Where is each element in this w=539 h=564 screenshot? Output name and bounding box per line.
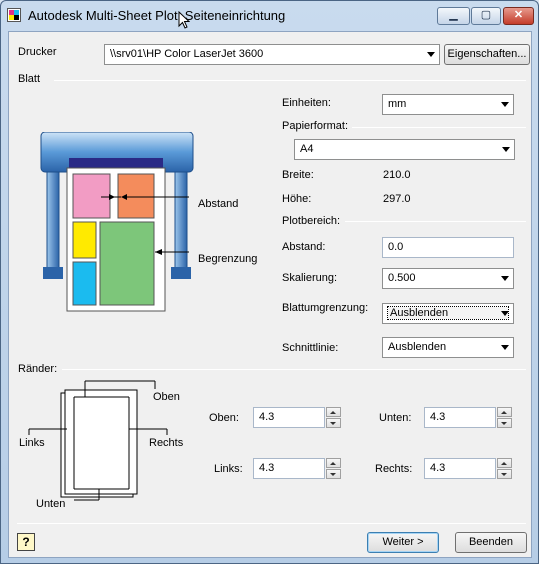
scaling-value: 0.500 <box>388 272 416 284</box>
close-icon: ✕ <box>513 9 524 21</box>
chevron-down-icon <box>501 102 509 107</box>
diagram-distance-label: Abstand <box>198 198 239 210</box>
chevron-down-icon <box>502 147 510 152</box>
margin-bottom-label: Unten: <box>379 412 412 424</box>
help-button[interactable]: ? <box>17 533 35 551</box>
properties-button[interactable]: Eigenschaften... <box>444 44 530 65</box>
distance-input[interactable]: 0.0 <box>382 237 514 258</box>
app-icon <box>7 8 21 22</box>
cut-line-value: Ausblenden <box>388 341 447 353</box>
diagram-bottom-label: Unten <box>36 498 66 510</box>
spin-down-button[interactable] <box>326 469 341 479</box>
maximize-icon: ▢ <box>480 9 492 21</box>
margin-top-spinner[interactable]: 4.3 <box>253 407 343 428</box>
mouse-cursor-icon <box>178 11 190 29</box>
sheet-limit-label: Blattumgrenzung: <box>282 302 369 314</box>
close-button[interactable]: ✕ <box>503 7 534 25</box>
printer-select[interactable]: \\srv01\HP Color LaserJet 3600 <box>104 44 440 65</box>
spin-up-button[interactable] <box>326 407 341 417</box>
paper-format-value: A4 <box>300 143 314 155</box>
chevron-down-icon <box>501 276 509 281</box>
paper-format-label: Papierformat: <box>282 120 349 132</box>
margin-left-label: Links: <box>214 463 243 475</box>
margins-separator <box>62 369 526 370</box>
margin-bottom-input[interactable]: 4.3 <box>424 407 496 428</box>
spin-up-button[interactable] <box>326 458 341 468</box>
tile-green <box>99 221 155 306</box>
spin-down-button[interactable] <box>497 469 512 479</box>
units-value: mm <box>388 98 407 110</box>
scaling-select[interactable]: 0.500 <box>382 268 514 289</box>
tile-yellow <box>72 221 97 259</box>
margin-left-input[interactable]: 4.3 <box>253 458 325 479</box>
height-label: Höhe: <box>282 193 312 205</box>
paper-format-separator <box>352 127 526 128</box>
minimize-button[interactable]: ▁ <box>437 7 470 25</box>
window-title: Autodesk Multi-Sheet Plot: Seiteneinrich… <box>28 8 286 23</box>
plot-area-label: Plotbereich: <box>282 215 341 227</box>
diagram-right-label: Rechts <box>149 437 184 449</box>
margin-top-label: Oben: <box>209 412 239 424</box>
spin-down-button[interactable] <box>497 418 512 428</box>
chevron-down-icon <box>501 311 509 316</box>
diagram-left-label: Links <box>19 437 45 449</box>
spin-up-button[interactable] <box>497 407 512 417</box>
width-value: 210.0 <box>383 169 411 181</box>
units-label: Einheiten: <box>282 97 331 109</box>
chevron-down-icon <box>427 52 435 57</box>
title-bar: Autodesk Multi-Sheet Plot: Seiteneinrich… <box>1 1 538 31</box>
width-label: Breite: <box>282 169 314 181</box>
height-value: 297.0 <box>383 193 411 205</box>
margin-left-spinner[interactable]: 4.3 <box>253 458 343 479</box>
tile-cyan <box>72 261 97 306</box>
printer-label: Drucker <box>18 46 57 58</box>
spin-up-button[interactable] <box>497 458 512 468</box>
minimize-icon: ▁ <box>449 9 458 21</box>
paper-format-select[interactable]: A4 <box>294 139 515 160</box>
exit-button[interactable]: Beenden <box>455 532 527 553</box>
dialog-content: Drucker \\srv01\HP Color LaserJet 3600 E… <box>8 31 532 558</box>
cut-line-select[interactable]: Ausblenden <box>382 337 514 358</box>
next-button[interactable]: Weiter > <box>367 532 439 553</box>
tile-pink <box>72 173 111 219</box>
printer-diagram <box>40 132 194 312</box>
scaling-label: Skalierung: <box>282 272 338 284</box>
margin-top-input[interactable]: 4.3 <box>253 407 325 428</box>
margin-right-input[interactable]: 4.3 <box>424 458 496 479</box>
diagram-top-label: Oben <box>153 391 180 403</box>
sheet-section-label: Blatt <box>18 73 41 85</box>
margins-section-label: Ränder: <box>18 363 58 375</box>
chevron-down-icon <box>501 345 509 350</box>
dialog-window: Autodesk Multi-Sheet Plot: Seiteneinrich… <box>0 0 539 564</box>
printer-value: \\srv01\HP Color LaserJet 3600 <box>110 48 264 60</box>
spin-down-button[interactable] <box>326 418 341 428</box>
sheet-limit-select[interactable]: Ausblenden <box>382 303 514 324</box>
cut-line-label: Schnittlinie: <box>282 342 339 354</box>
maximize-button[interactable]: ▢ <box>471 7 501 25</box>
diagram-limit-label: Begrenzung <box>198 253 258 265</box>
margin-right-spinner[interactable]: 4.3 <box>424 458 514 479</box>
sheet-separator <box>54 80 526 81</box>
plot-area-separator <box>345 221 526 222</box>
sheet-limit-value: Ausblenden <box>386 306 510 320</box>
margin-right-label: Rechts: <box>375 463 413 475</box>
units-select[interactable]: mm <box>382 94 514 115</box>
help-icon: ? <box>22 535 30 549</box>
distance-label: Abstand: <box>282 241 326 253</box>
footer-separator <box>17 523 526 524</box>
margin-bottom-spinner[interactable]: 4.3 <box>424 407 514 428</box>
